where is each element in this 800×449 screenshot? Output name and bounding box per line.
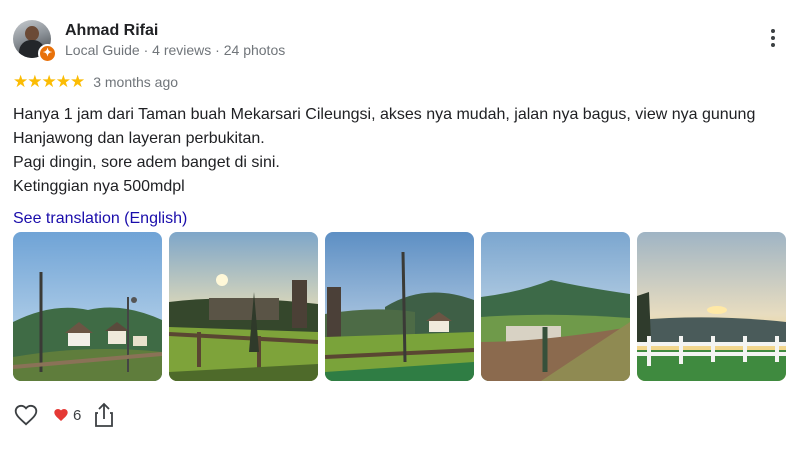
photo-strip [13,232,786,381]
red-heart-icon [54,409,68,421]
review-date: 3 months ago [93,74,179,90]
review-photo-4[interactable] [481,232,630,381]
reviewer-meta: Local Guide · 4 reviews · 24 photos [65,42,286,58]
reviewer-name[interactable]: Ahmad Rifai [65,22,158,40]
review-actions: 6 [13,400,115,430]
like-button[interactable] [13,402,39,428]
rating-row: ★★★★★ 3 months ago [13,72,178,92]
heart-count: 6 [73,406,82,424]
local-guide-badge-icon: ✦ [38,44,57,63]
heart-outline-icon [14,404,38,426]
star-rating: ★★★★★ [13,72,85,91]
share-icon [95,402,114,427]
review-photo-3[interactable] [325,232,474,381]
more-options-button[interactable] [763,26,783,56]
share-button[interactable] [93,402,115,428]
heart-reaction[interactable]: 6 [53,407,81,424]
review-photo-5[interactable] [637,232,786,381]
see-translation-link[interactable]: See translation (English) [13,210,187,228]
review-photo-1[interactable] [13,232,162,381]
review-header: ✦ Ahmad Rifai Local Guide · 4 reviews · … [13,20,783,63]
more-vert-icon [771,29,775,33]
review-photo-2[interactable] [169,232,318,381]
review-text: Hanya 1 jam dari Taman buah Mekarsari Ci… [13,106,756,195]
